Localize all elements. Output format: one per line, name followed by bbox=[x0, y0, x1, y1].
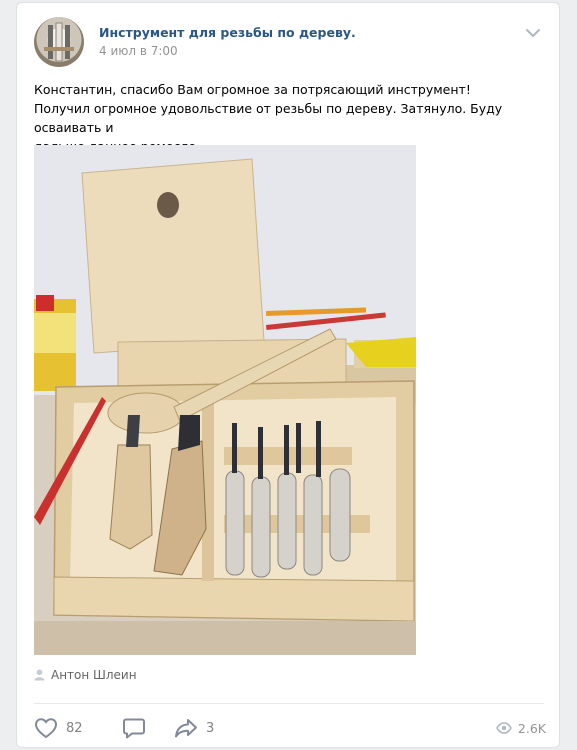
group-avatar[interactable] bbox=[34, 17, 84, 67]
comment-icon bbox=[123, 718, 145, 739]
share-count: 3 bbox=[206, 720, 215, 736]
post-card: Инструмент для резьбы по дереву. 4 июл в… bbox=[16, 2, 560, 748]
chevron-down-icon[interactable] bbox=[524, 27, 542, 39]
share-icon bbox=[175, 719, 197, 738]
photo-author[interactable]: Антон Шлеин bbox=[34, 667, 137, 683]
photo-image bbox=[34, 145, 416, 655]
comment-button[interactable] bbox=[122, 715, 154, 741]
divider bbox=[34, 703, 544, 704]
share-button[interactable]: 3 bbox=[174, 715, 214, 741]
post-text-line: Получил огромное удовольствие от резьбы … bbox=[34, 101, 503, 135]
post-actions: 82 3 2.6K bbox=[34, 715, 546, 741]
author-name: Антон Шлеин bbox=[51, 668, 137, 682]
user-icon bbox=[34, 669, 45, 681]
views-counter: 2.6K bbox=[496, 715, 546, 741]
views-count: 2.6K bbox=[517, 720, 546, 736]
post-date[interactable]: 4 июл в 7:00 bbox=[99, 44, 178, 58]
heart-icon bbox=[34, 718, 58, 739]
avatar-image bbox=[44, 22, 74, 62]
eye-icon bbox=[496, 722, 512, 734]
post-text-line: Константин, спасибо Вам огромное за потр… bbox=[34, 82, 471, 97]
post-photo[interactable] bbox=[34, 145, 416, 655]
like-button[interactable]: 82 bbox=[34, 715, 83, 741]
like-count: 82 bbox=[66, 720, 83, 736]
group-name-link[interactable]: Инструмент для резьбы по дереву. bbox=[99, 25, 356, 40]
